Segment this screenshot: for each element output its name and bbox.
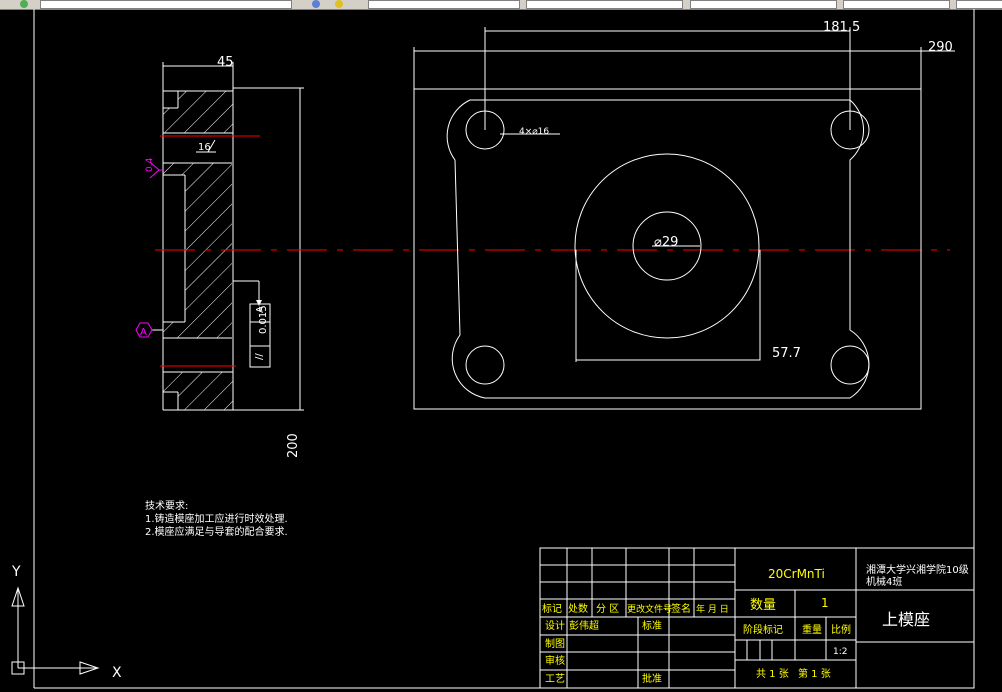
ucs-icon	[11, 586, 100, 675]
dim-thickness: 45	[217, 55, 234, 70]
dim-bore: ⌀29	[654, 235, 678, 250]
section-view: // 0.015 A 45 200 16 0.4 A	[135, 55, 304, 458]
datum-label: A	[140, 327, 147, 338]
notes-item: 1.铸造模座加工应进行时效处理.	[145, 512, 288, 525]
sheets-total: 共 1 张	[756, 668, 789, 680]
process-label: 工艺	[545, 673, 565, 685]
scale-value: 1:2	[833, 647, 847, 657]
scale-label: 比例	[831, 623, 851, 636]
standardize-label: 标准	[642, 620, 662, 632]
class-name: 机械4班	[866, 575, 902, 588]
linetype-dropdown[interactable]	[526, 0, 683, 9]
drawing-canvas[interactable]: // 0.015 A 45 200 16 0.4 A 181.5 290 4×⌀…	[0, 9, 1002, 692]
notes-item: 2.模座应满足与导套的配合要求.	[145, 525, 288, 538]
tolerance-symbol: //	[254, 353, 265, 360]
draw-label: 制图	[545, 637, 565, 650]
layer-icon[interactable]	[20, 0, 28, 8]
header-mark: 标记	[542, 603, 562, 615]
header-date: 年 月 日	[696, 603, 729, 615]
ucs-x-label: X	[112, 665, 122, 681]
dim-overall: 290	[928, 40, 953, 55]
weight-label: 重量	[802, 623, 822, 636]
qty-value: 1	[821, 596, 829, 610]
dim-height: 200	[286, 433, 301, 458]
roughness-value: 0.4	[145, 157, 155, 172]
extra-dropdown[interactable]	[956, 0, 1002, 9]
plotstyle-dropdown[interactable]	[843, 0, 950, 9]
stage-mark-label: 阶段标记	[743, 623, 783, 636]
dim-chamfer: 16	[198, 142, 211, 153]
dim-span: 181.5	[823, 20, 860, 35]
header-zone: 分 区	[596, 603, 619, 615]
dim-holes: 4×⌀16	[519, 127, 549, 137]
header-file: 更改文件号	[627, 603, 672, 615]
ucs-y-label: Y	[11, 564, 21, 580]
lineweight-dropdown[interactable]	[690, 0, 837, 9]
header-count: 处数	[568, 602, 588, 615]
designer-name: 彭伟超	[569, 619, 599, 632]
design-label: 设计	[545, 619, 565, 632]
color-dropdown[interactable]	[368, 0, 520, 9]
layer-dropdown[interactable]	[40, 0, 292, 9]
review-label: 审核	[545, 654, 565, 667]
approve-label: 批准	[642, 672, 662, 685]
tolerance-datum: A	[255, 306, 266, 313]
header-sign: 签名	[671, 602, 691, 615]
school-name: 湘潭大学兴湘学院10级	[866, 563, 969, 576]
notes-title: 技术要求:	[145, 499, 188, 512]
material: 20CrMnTi	[768, 567, 825, 581]
sheet-number: 第 1 张	[798, 667, 831, 680]
part-name: 上模座	[882, 610, 930, 629]
front-view	[413, 27, 955, 410]
dim-boss: 57.7	[772, 346, 801, 361]
lightbulb-icon[interactable]	[335, 0, 343, 8]
color-icon[interactable]	[312, 0, 320, 8]
qty-label: 数量	[750, 598, 776, 613]
technical-notes: 技术要求: 1.铸造模座加工应进行时效处理. 2.模座应满足与导套的配合要求.	[145, 499, 288, 538]
